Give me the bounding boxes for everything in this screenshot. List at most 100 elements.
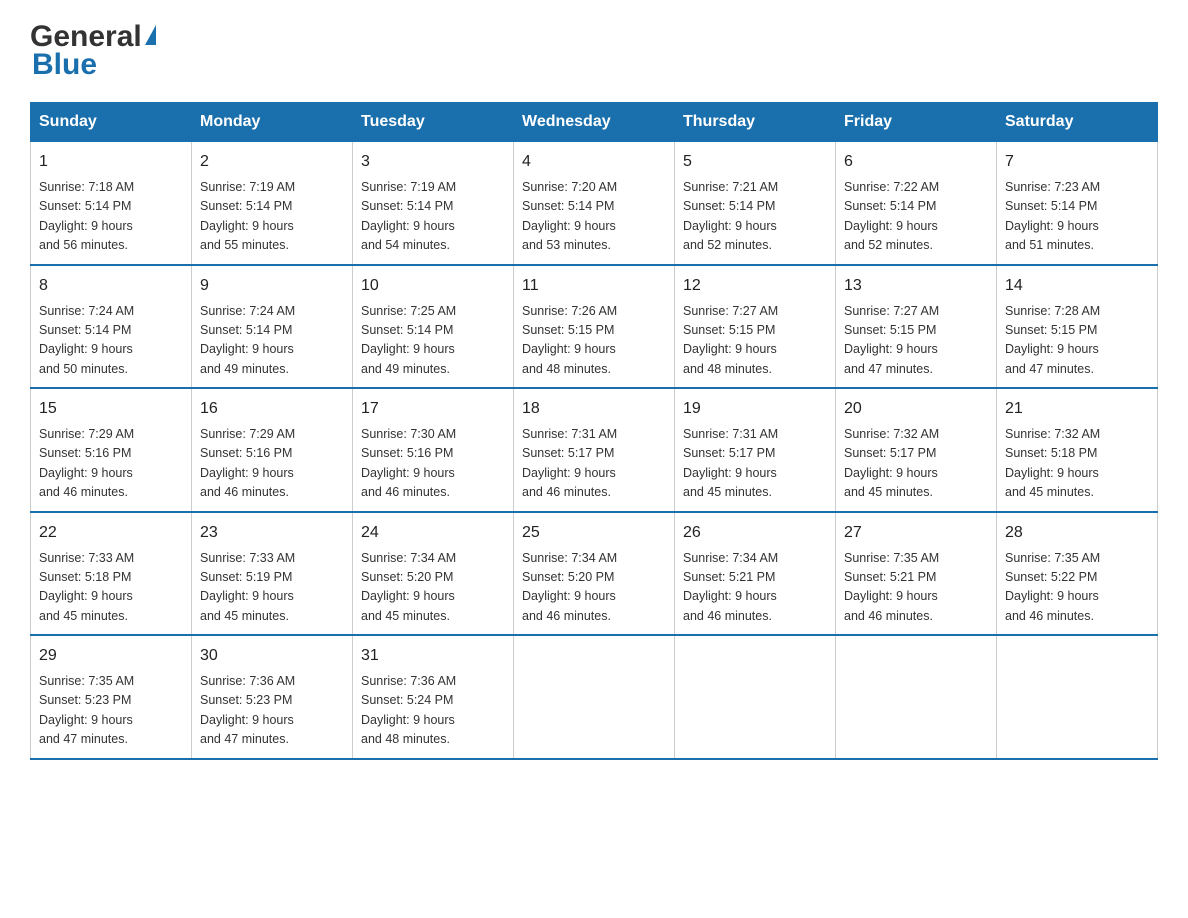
day-cell <box>675 635 836 759</box>
day-info: Sunrise: 7:19 AMSunset: 5:14 PMDaylight:… <box>200 178 344 256</box>
calendar-header: SundayMondayTuesdayWednesdayThursdayFrid… <box>31 103 1158 142</box>
day-cell: 13 Sunrise: 7:27 AMSunset: 5:15 PMDayligh… <box>836 265 997 389</box>
day-cell: 18 Sunrise: 7:31 AMSunset: 5:17 PMDayligh… <box>514 388 675 512</box>
day-number: 13 <box>844 274 988 298</box>
day-number: 25 <box>522 521 666 545</box>
day-number: 30 <box>200 644 344 668</box>
col-header-tuesday: Tuesday <box>353 103 514 142</box>
col-header-wednesday: Wednesday <box>514 103 675 142</box>
day-cell: 9 Sunrise: 7:24 AMSunset: 5:14 PMDaylight… <box>192 265 353 389</box>
day-cell: 29 Sunrise: 7:35 AMSunset: 5:23 PMDayligh… <box>31 635 192 759</box>
day-number: 7 <box>1005 150 1149 174</box>
day-cell: 2 Sunrise: 7:19 AMSunset: 5:14 PMDaylight… <box>192 142 353 265</box>
day-cell: 23 Sunrise: 7:33 AMSunset: 5:19 PMDayligh… <box>192 512 353 636</box>
day-info: Sunrise: 7:23 AMSunset: 5:14 PMDaylight:… <box>1005 178 1149 256</box>
day-number: 8 <box>39 274 183 298</box>
day-cell: 15 Sunrise: 7:29 AMSunset: 5:16 PMDayligh… <box>31 388 192 512</box>
day-cell: 4Sunrise: 7:20 AMSunset: 5:14 PMDaylight… <box>514 142 675 265</box>
day-cell: 20 Sunrise: 7:32 AMSunset: 5:17 PMDayligh… <box>836 388 997 512</box>
day-cell: 31 Sunrise: 7:36 AMSunset: 5:24 PMDayligh… <box>353 635 514 759</box>
day-number: 16 <box>200 397 344 421</box>
day-cell <box>514 635 675 759</box>
day-info: Sunrise: 7:34 AMSunset: 5:20 PMDaylight:… <box>361 549 505 627</box>
day-number: 1 <box>39 150 183 174</box>
day-info: Sunrise: 7:27 AMSunset: 5:15 PMDaylight:… <box>683 302 827 380</box>
day-info: Sunrise: 7:28 AMSunset: 5:15 PMDaylight:… <box>1005 302 1149 380</box>
day-number: 21 <box>1005 397 1149 421</box>
day-number: 20 <box>844 397 988 421</box>
day-cell: 30Sunrise: 7:36 AMSunset: 5:23 PMDayligh… <box>192 635 353 759</box>
week-row-3: 15 Sunrise: 7:29 AMSunset: 5:16 PMDayligh… <box>31 388 1158 512</box>
day-info: Sunrise: 7:24 AMSunset: 5:14 PMDaylight:… <box>200 302 344 380</box>
day-info: Sunrise: 7:29 AMSunset: 5:16 PMDaylight:… <box>39 425 183 503</box>
day-number: 6 <box>844 150 988 174</box>
day-cell: 19Sunrise: 7:31 AMSunset: 5:17 PMDayligh… <box>675 388 836 512</box>
day-number: 23 <box>200 521 344 545</box>
col-header-thursday: Thursday <box>675 103 836 142</box>
day-number: 17 <box>361 397 505 421</box>
header-row: SundayMondayTuesdayWednesdayThursdayFrid… <box>31 103 1158 142</box>
day-info: Sunrise: 7:35 AMSunset: 5:23 PMDaylight:… <box>39 672 183 750</box>
day-cell: 7 Sunrise: 7:23 AMSunset: 5:14 PMDaylight… <box>997 142 1158 265</box>
day-number: 11 <box>522 274 666 298</box>
day-info: Sunrise: 7:18 AMSunset: 5:14 PMDaylight:… <box>39 178 183 256</box>
day-info: Sunrise: 7:32 AMSunset: 5:18 PMDaylight:… <box>1005 425 1149 503</box>
col-header-friday: Friday <box>836 103 997 142</box>
calendar-body: 1 Sunrise: 7:18 AMSunset: 5:14 PMDaylight… <box>31 142 1158 759</box>
day-info: Sunrise: 7:21 AMSunset: 5:14 PMDaylight:… <box>683 178 827 256</box>
day-info: Sunrise: 7:25 AMSunset: 5:14 PMDaylight:… <box>361 302 505 380</box>
logo: General Blue <box>30 20 156 82</box>
day-info: Sunrise: 7:35 AMSunset: 5:21 PMDaylight:… <box>844 549 988 627</box>
day-number: 12 <box>683 274 827 298</box>
day-info: Sunrise: 7:19 AMSunset: 5:14 PMDaylight:… <box>361 178 505 256</box>
day-info: Sunrise: 7:34 AMSunset: 5:20 PMDaylight:… <box>522 549 666 627</box>
day-cell: 17 Sunrise: 7:30 AMSunset: 5:16 PMDayligh… <box>353 388 514 512</box>
day-info: Sunrise: 7:31 AMSunset: 5:17 PMDaylight:… <box>522 425 666 503</box>
day-cell: 6 Sunrise: 7:22 AMSunset: 5:14 PMDaylight… <box>836 142 997 265</box>
day-number: 24 <box>361 521 505 545</box>
day-cell: 1 Sunrise: 7:18 AMSunset: 5:14 PMDaylight… <box>31 142 192 265</box>
day-info: Sunrise: 7:33 AMSunset: 5:18 PMDaylight:… <box>39 549 183 627</box>
day-number: 26 <box>683 521 827 545</box>
day-cell: 25 Sunrise: 7:34 AMSunset: 5:20 PMDayligh… <box>514 512 675 636</box>
day-number: 31 <box>361 644 505 668</box>
day-info: Sunrise: 7:32 AMSunset: 5:17 PMDaylight:… <box>844 425 988 503</box>
day-cell <box>836 635 997 759</box>
day-cell: 10 Sunrise: 7:25 AMSunset: 5:14 PMDayligh… <box>353 265 514 389</box>
day-info: Sunrise: 7:36 AMSunset: 5:24 PMDaylight:… <box>361 672 505 750</box>
day-cell: 22 Sunrise: 7:33 AMSunset: 5:18 PMDayligh… <box>31 512 192 636</box>
day-number: 5 <box>683 150 827 174</box>
day-info: Sunrise: 7:33 AMSunset: 5:19 PMDaylight:… <box>200 549 344 627</box>
week-row-4: 22 Sunrise: 7:33 AMSunset: 5:18 PMDayligh… <box>31 512 1158 636</box>
day-number: 15 <box>39 397 183 421</box>
day-info: Sunrise: 7:30 AMSunset: 5:16 PMDaylight:… <box>361 425 505 503</box>
day-cell <box>997 635 1158 759</box>
day-cell: 11 Sunrise: 7:26 AMSunset: 5:15 PMDayligh… <box>514 265 675 389</box>
day-info: Sunrise: 7:34 AMSunset: 5:21 PMDaylight:… <box>683 549 827 627</box>
day-info: Sunrise: 7:20 AMSunset: 5:14 PMDaylight:… <box>522 178 666 256</box>
logo-blue-text: Blue <box>32 48 97 82</box>
day-number: 22 <box>39 521 183 545</box>
day-cell: 14Sunrise: 7:28 AMSunset: 5:15 PMDayligh… <box>997 265 1158 389</box>
day-info: Sunrise: 7:22 AMSunset: 5:14 PMDaylight:… <box>844 178 988 256</box>
day-info: Sunrise: 7:24 AMSunset: 5:14 PMDaylight:… <box>39 302 183 380</box>
col-header-saturday: Saturday <box>997 103 1158 142</box>
day-number: 19 <box>683 397 827 421</box>
day-number: 2 <box>200 150 344 174</box>
calendar-table: SundayMondayTuesdayWednesdayThursdayFrid… <box>30 102 1158 760</box>
day-info: Sunrise: 7:26 AMSunset: 5:15 PMDaylight:… <box>522 302 666 380</box>
day-cell: 5 Sunrise: 7:21 AMSunset: 5:14 PMDaylight… <box>675 142 836 265</box>
week-row-5: 29 Sunrise: 7:35 AMSunset: 5:23 PMDayligh… <box>31 635 1158 759</box>
day-number: 10 <box>361 274 505 298</box>
day-number: 18 <box>522 397 666 421</box>
day-cell: 3Sunrise: 7:19 AMSunset: 5:14 PMDaylight… <box>353 142 514 265</box>
day-cell: 24 Sunrise: 7:34 AMSunset: 5:20 PMDayligh… <box>353 512 514 636</box>
day-cell: 26 Sunrise: 7:34 AMSunset: 5:21 PMDayligh… <box>675 512 836 636</box>
day-number: 9 <box>200 274 344 298</box>
day-info: Sunrise: 7:27 AMSunset: 5:15 PMDaylight:… <box>844 302 988 380</box>
logo-triangle-icon <box>145 25 156 45</box>
day-number: 29 <box>39 644 183 668</box>
day-info: Sunrise: 7:35 AMSunset: 5:22 PMDaylight:… <box>1005 549 1149 627</box>
day-info: Sunrise: 7:29 AMSunset: 5:16 PMDaylight:… <box>200 425 344 503</box>
week-row-2: 8 Sunrise: 7:24 AMSunset: 5:14 PMDaylight… <box>31 265 1158 389</box>
